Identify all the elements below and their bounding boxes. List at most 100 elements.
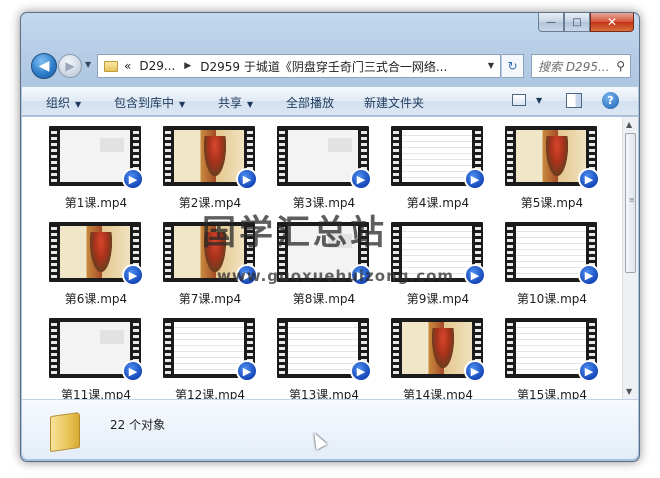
file-item[interactable]: ▶ 第13课.mp4 <box>271 316 377 399</box>
new-folder-button[interactable]: 新建文件夹 <box>364 94 424 111</box>
file-name: 第12课.mp4 <box>174 388 246 399</box>
media-player-icon: ▶ <box>578 360 600 382</box>
video-frame <box>288 130 358 182</box>
media-player-icon: ▶ <box>350 360 372 382</box>
file-name: 第14课.mp4 <box>402 388 474 399</box>
address-dropdown-icon[interactable]: ▼ <box>488 61 494 70</box>
close-button[interactable]: ✕ <box>590 13 634 32</box>
video-frame <box>60 226 130 278</box>
vertical-scrollbar[interactable]: ▲ ≡ ▼ <box>622 117 638 399</box>
details-pane: 22 个对象 <box>22 399 638 459</box>
search-placeholder: 搜索 D295... <box>538 59 610 74</box>
media-player-icon: ▶ <box>464 168 486 190</box>
minimize-button[interactable]: — <box>538 13 564 32</box>
forward-arrow-icon: ▶ <box>65 59 75 73</box>
item-count: 22 个对象 <box>110 418 166 432</box>
media-player-icon: ▶ <box>578 168 600 190</box>
video-frame <box>516 322 586 374</box>
file-item[interactable]: ▶ 第15课.mp4 <box>499 316 605 399</box>
media-player-icon: ▶ <box>464 264 486 286</box>
scroll-up-icon[interactable]: ▲ <box>626 120 632 129</box>
include-in-library-label: 包含到库中 <box>114 96 175 110</box>
search-input[interactable]: 搜索 D295... ⚲ <box>531 54 631 78</box>
media-player-icon: ▶ <box>350 168 372 190</box>
address-bar[interactable]: « D29... ▶ D2959 于城道《阴盘穿壬奇门三式合一网络... ▼ <box>97 54 501 78</box>
file-name: 第13课.mp4 <box>288 388 360 399</box>
play-all-button[interactable]: 全部播放 <box>286 94 334 111</box>
explorer-window: — □ ✕ ◀ ▶ ▼ « D29... ▶ D2959 于城道《阴盘穿壬奇门三… <box>20 12 640 462</box>
chevron-down-icon[interactable]: ▼ <box>536 96 542 105</box>
media-player-icon: ▶ <box>236 360 258 382</box>
video-frame <box>402 130 472 182</box>
chevron-down-icon: ▼ <box>247 100 254 109</box>
grip-icon: ≡ <box>629 196 635 204</box>
share-button[interactable]: 共享 ▼ <box>218 94 253 111</box>
file-item[interactable]: ▶ 第6课.mp4 <box>43 220 149 312</box>
media-player-icon: ▶ <box>236 168 258 190</box>
file-name: 第5课.mp4 <box>520 196 584 210</box>
share-label: 共享 <box>218 96 243 110</box>
watermark-url: www.guoxuehuizong.com <box>217 267 455 285</box>
video-frame <box>174 130 244 182</box>
media-player-icon: ▶ <box>122 360 144 382</box>
video-frame <box>516 226 586 278</box>
media-player-icon: ▶ <box>122 168 144 190</box>
file-name: 第9课.mp4 <box>406 292 470 306</box>
address-segment-parent[interactable]: D29... <box>139 59 175 73</box>
file-name: 第15课.mp4 <box>516 388 588 399</box>
media-player-icon: ▶ <box>464 360 486 382</box>
file-item[interactable]: ▶ 第5课.mp4 <box>499 124 605 216</box>
file-item[interactable]: ▶ 第1课.mp4 <box>43 124 149 216</box>
video-frame <box>516 130 586 182</box>
address-segment-current[interactable]: D2959 于城道《阴盘穿壬奇门三式合一网络... <box>200 58 447 75</box>
video-frame <box>288 322 358 374</box>
preview-pane-icon[interactable] <box>566 93 582 108</box>
file-name: 第10课.mp4 <box>516 292 588 306</box>
file-item[interactable]: ▶ 第11课.mp4 <box>43 316 149 399</box>
forward-button[interactable]: ▶ <box>58 54 82 78</box>
refresh-icon: ↻ <box>507 59 518 73</box>
chevron-down-icon: ▼ <box>75 100 82 109</box>
scroll-thumb[interactable]: ≡ <box>625 133 636 273</box>
navigation-bar: ◀ ▶ ▼ « D29... ▶ D2959 于城道《阴盘穿壬奇门三式合一网络.… <box>29 53 633 81</box>
view-options-icon[interactable] <box>512 94 526 106</box>
organize-label: 组织 <box>46 96 71 110</box>
folder-icon <box>104 60 118 72</box>
file-name: 第6课.mp4 <box>64 292 128 306</box>
file-name: 第1课.mp4 <box>64 196 128 210</box>
file-item[interactable]: ▶ 第10课.mp4 <box>499 220 605 312</box>
organize-button[interactable]: 组织 ▼ <box>46 94 81 111</box>
media-player-icon: ▶ <box>122 264 144 286</box>
maximize-button[interactable]: □ <box>564 13 590 32</box>
file-list-area[interactable]: ▶ 第1课.mp4 ▶ 第2课.mp4 ▶ 第3课.mp4 ▶ 第4课.mp4 ▶ 第5课.mp4… <box>22 117 638 399</box>
recent-pages-button[interactable]: ▼ <box>85 60 91 69</box>
video-frame <box>60 130 130 182</box>
file-item[interactable]: ▶ 第3课.mp4 <box>271 124 377 216</box>
back-button[interactable]: ◀ <box>31 53 57 79</box>
include-in-library-button[interactable]: 包含到库中 ▼ <box>114 94 185 111</box>
command-bar: 组织 ▼ 包含到库中 ▼ 共享 ▼ 全部播放 新建文件夹 ▼ ? <box>22 86 638 116</box>
folder-icon <box>50 411 80 453</box>
address-separator-icon[interactable]: ▶ <box>184 61 191 71</box>
watermark-title: 国学汇总站 <box>202 213 387 253</box>
back-arrow-icon: ◀ <box>38 58 50 74</box>
file-item[interactable]: ▶ 第14课.mp4 <box>385 316 491 399</box>
file-name: 第8课.mp4 <box>292 292 356 306</box>
scroll-down-icon[interactable]: ▼ <box>626 387 632 396</box>
chevron-down-icon: ▼ <box>179 100 186 109</box>
media-player-icon: ▶ <box>578 264 600 286</box>
address-overflow-chevron[interactable]: « <box>124 59 131 73</box>
file-item[interactable]: ▶ 第12课.mp4 <box>157 316 263 399</box>
file-name: 第4课.mp4 <box>406 196 470 210</box>
search-icon[interactable]: ⚲ <box>616 59 625 73</box>
video-frame <box>60 322 130 374</box>
file-item[interactable]: ▶ 第9课.mp4 <box>385 220 491 312</box>
video-frame <box>174 322 244 374</box>
refresh-button[interactable]: ↻ <box>502 54 524 78</box>
video-frame <box>402 322 472 374</box>
help-icon[interactable]: ? <box>602 92 619 109</box>
file-item[interactable]: ▶ 第2课.mp4 <box>157 124 263 216</box>
caption-buttons: — □ ✕ <box>538 13 634 32</box>
file-name: 第7课.mp4 <box>178 292 242 306</box>
file-item[interactable]: ▶ 第4课.mp4 <box>385 124 491 216</box>
